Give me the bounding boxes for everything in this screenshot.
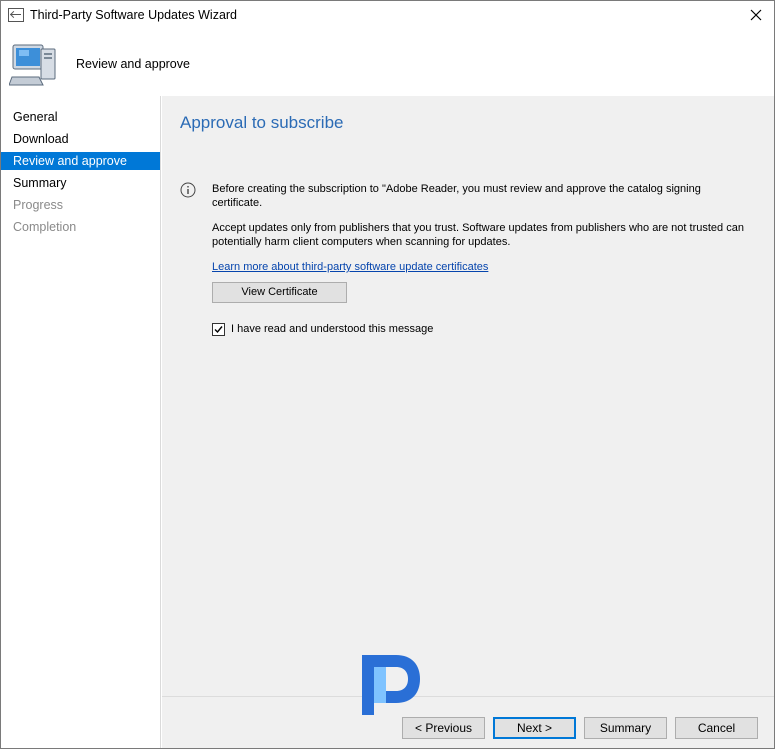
- sidebar-item-summary[interactable]: Summary: [1, 174, 160, 192]
- wizard-window-icon: [8, 8, 24, 22]
- sidebar-item-review-and-approve[interactable]: Review and approve: [1, 152, 160, 170]
- header-title: Review and approve: [76, 57, 190, 71]
- learn-more-link[interactable]: Learn more about third-party software up…: [212, 261, 488, 273]
- checkmark-icon: [214, 326, 223, 334]
- cancel-button[interactable]: Cancel: [675, 717, 758, 739]
- close-icon: [750, 9, 762, 21]
- acknowledge-checkbox[interactable]: [212, 323, 225, 336]
- next-button[interactable]: Next >: [493, 717, 576, 739]
- summary-button[interactable]: Summary: [584, 717, 667, 739]
- title-bar: Third-Party Software Updates Wizard: [1, 1, 774, 31]
- info-message: Before creating the subscription to "Ado…: [212, 183, 701, 209]
- sidebar-item-progress: Progress: [13, 198, 64, 212]
- info-icon: [180, 182, 196, 198]
- sidebar-item-general[interactable]: General: [1, 108, 160, 126]
- brand-logo-icon: [362, 655, 420, 715]
- wizard-window: Third-Party Software Updates Wizard Revi…: [0, 0, 775, 749]
- sidebar-item-completion: Completion: [13, 220, 77, 234]
- sidebar-item-download[interactable]: Download: [1, 130, 160, 148]
- trust-warning-text: Accept updates only from publishers that…: [212, 222, 744, 248]
- previous-button[interactable]: < Previous: [402, 717, 485, 739]
- window-title: Third-Party Software Updates Wizard: [30, 8, 238, 22]
- close-button[interactable]: [738, 1, 774, 29]
- wizard-content-panel: Approval to subscribe Before creating th…: [162, 96, 774, 696]
- wizard-footer: < Previous Next > Summary Cancel: [162, 696, 774, 748]
- wizard-steps-sidebar: General Download Review and approve Summ…: [1, 96, 161, 748]
- acknowledge-checkbox-label[interactable]: I have read and understood this message: [231, 323, 433, 335]
- page-title: Approval to subscribe: [180, 113, 344, 132]
- wizard-header: Review and approve: [1, 31, 774, 96]
- computer-icon: [9, 44, 56, 86]
- view-certificate-button[interactable]: View Certificate: [212, 282, 347, 303]
